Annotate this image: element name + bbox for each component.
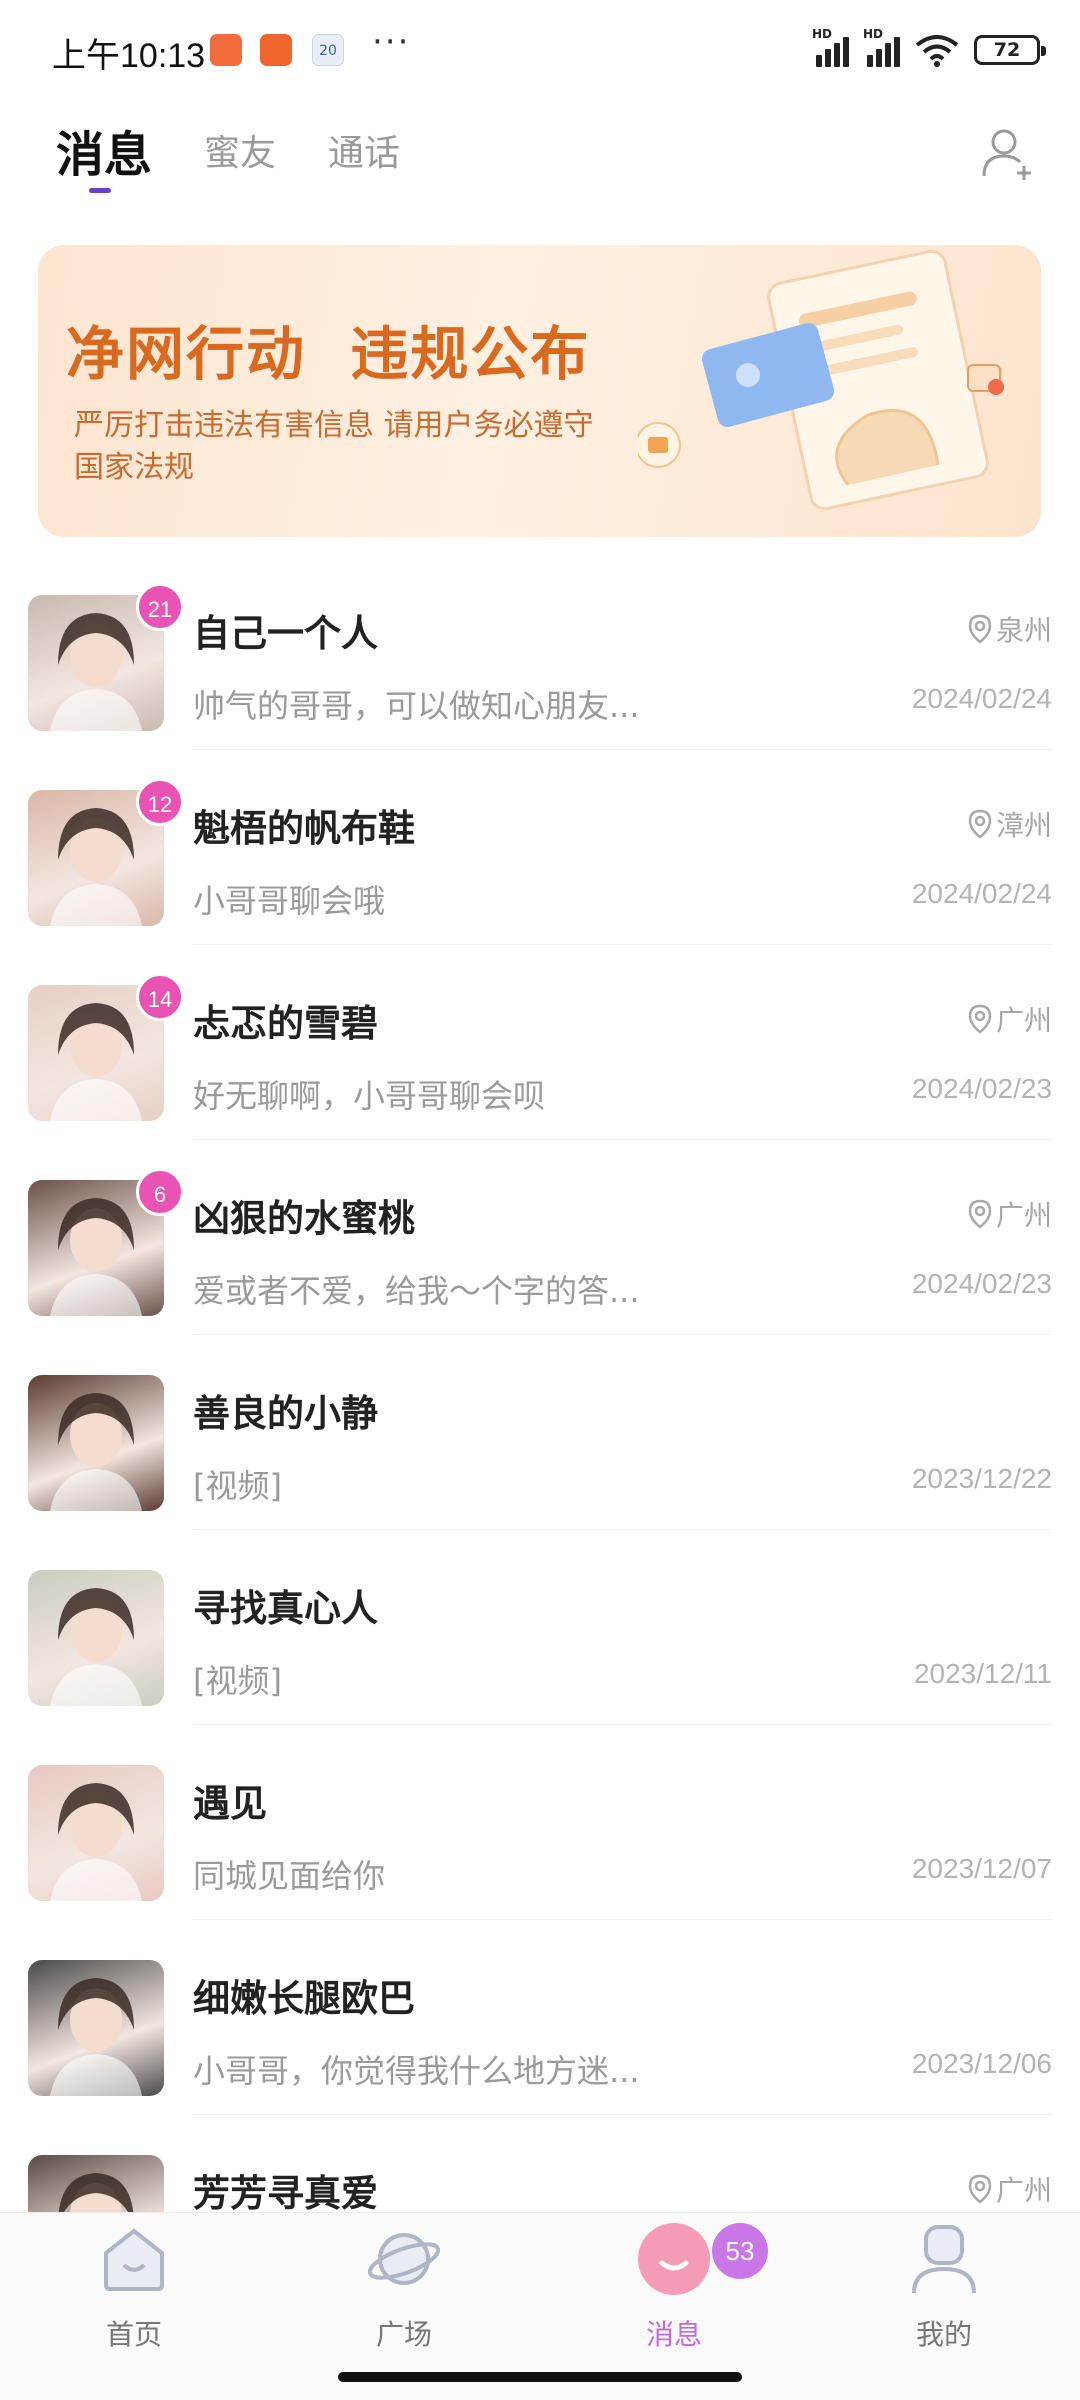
status-indicators: HD HD 72 <box>812 27 1046 70</box>
signal-icon-2: HD <box>863 27 900 67</box>
avatar[interactable] <box>28 1375 164 1511</box>
banner-title: 净网行动 违规公布 <box>66 320 591 388</box>
message-date: 2024/02/24 <box>911 878 1052 909</box>
notification-app-icon-2 <box>260 34 292 66</box>
last-message: 小哥哥聊会哦 <box>193 882 386 920</box>
profile-icon <box>912 2225 976 2294</box>
top-tabs: 消息 蜜友 通话 <box>0 110 1080 210</box>
location-pin-icon <box>968 1199 992 1229</box>
contact-name: 善良的小静 <box>193 1392 378 1435</box>
chat-row[interactable]: 14 忐忑的雪碧 广州好无聊啊，小哥哥聊会呗 2024/02/23 <box>0 945 1080 1140</box>
notification-app-icon <box>210 34 242 66</box>
avatar[interactable] <box>28 1765 164 1901</box>
more-notifications-icon: ··· <box>372 22 411 62</box>
chat-row[interactable]: 6 凶狠的水蜜桃 广州爱或者不爱，给我〜个字的答... 2024/02/23 <box>0 1140 1080 1335</box>
home-indicator[interactable] <box>338 2372 742 2382</box>
battery-icon: 72 <box>974 35 1046 65</box>
avatar[interactable] <box>28 1570 164 1706</box>
location: 广州 <box>968 1194 1052 1234</box>
nav-home-label: 首页 <box>105 2318 162 2351</box>
message-date: 2023/12/06 <box>911 2048 1052 2079</box>
message-date: 2024/02/24 <box>911 683 1052 714</box>
campaign-banner[interactable]: 净网行动 违规公布 严厉打击违法有害信息 请用户务必遵守国家法规 <box>38 245 1041 537</box>
nav-profile-label: 我的 <box>915 2318 972 2351</box>
contact-name: 遇见 <box>193 1782 267 1825</box>
last-message: 爱或者不爱，给我〜个字的答... <box>193 1272 640 1310</box>
nav-square[interactable]: 广场 <box>314 2213 494 2363</box>
chat-row[interactable]: 细嫩长腿欧巴小哥哥，你觉得我什么地方迷... 2023/12/06 <box>0 1920 1080 2115</box>
location: 广州 <box>968 2169 1052 2209</box>
last-message: 小哥哥，你觉得我什么地方迷... <box>193 2052 640 2090</box>
add-friend-icon[interactable] <box>980 126 1036 182</box>
unread-badge: 12 <box>136 778 184 826</box>
contact-name: 凶狠的水蜜桃 <box>193 1197 415 1240</box>
unread-badge: 21 <box>136 583 184 631</box>
location-text: 广州 <box>995 1199 1052 1232</box>
nav-square-label: 广场 <box>375 2318 432 2351</box>
planet-icon <box>367 2233 441 2285</box>
location-pin-icon <box>968 2174 992 2204</box>
location-text: 泉州 <box>995 614 1052 647</box>
avatar[interactable] <box>28 1960 164 2096</box>
contact-name: 忐忑的雪碧 <box>193 1002 378 1045</box>
contact-name: 自己一个人 <box>193 612 378 655</box>
chat-row[interactable]: 善良的小静 [视频] 2023/12/22 <box>0 1335 1080 1530</box>
nav-messages-label: 消息 <box>645 2318 702 2351</box>
calendar-icon: 20 <box>312 34 344 66</box>
location-pin-icon <box>968 1004 992 1034</box>
status-bar: 上午10:13 20 ··· HD HD 72 <box>0 0 1080 100</box>
chat-row[interactable]: 遇见同城见面给你 2023/12/07 <box>0 1725 1080 1920</box>
last-message: [视频] <box>193 1467 282 1505</box>
contact-name: 细嫩长腿欧巴 <box>193 1977 415 2020</box>
contact-name: 魁梧的帆布鞋 <box>193 807 415 850</box>
wifi-icon <box>915 35 959 67</box>
message-date: 2024/02/23 <box>911 1268 1052 1299</box>
message-icon <box>638 2223 710 2295</box>
tab-messages[interactable]: 消息 <box>56 115 152 185</box>
message-date: 2023/12/07 <box>911 1853 1052 1884</box>
contact-name: 寻找真心人 <box>193 1587 378 1630</box>
last-message: [视频] <box>193 1662 282 1700</box>
location-text: 广州 <box>995 2174 1052 2207</box>
message-date: 2023/12/22 <box>911 1463 1052 1494</box>
banner-subtitle: 严厉打击违法有害信息 请用户务必遵守国家法规 <box>74 408 594 485</box>
chat-row[interactable]: 寻找真心人 [视频] 2023/12/11 <box>0 1530 1080 1725</box>
chat-row[interactable]: 12 魁梧的帆布鞋 漳州小哥哥聊会哦 2024/02/24 <box>0 750 1080 945</box>
status-time: 上午10:13 <box>52 37 206 75</box>
last-message: 帅气的哥哥，可以做知心朋友... <box>193 687 640 725</box>
signal-icon: HD <box>812 27 849 67</box>
tab-friends[interactable]: 蜜友 <box>204 124 276 176</box>
document-illustration-icon <box>638 249 1004 511</box>
location-pin-icon <box>968 809 992 839</box>
location: 泉州 <box>968 609 1052 649</box>
unread-badge: 6 <box>136 1168 184 1216</box>
tab-calls[interactable]: 通话 <box>328 124 400 176</box>
last-message: 好无聊啊，小哥哥聊会呗 <box>193 1077 546 1115</box>
chat-row[interactable]: 21 自己一个人 泉州帅气的哥哥，可以做知心朋友... 2024/02/24 <box>0 555 1080 750</box>
contact-name: 芳芳寻真爱 <box>193 2172 378 2215</box>
location-text: 漳州 <box>995 809 1052 842</box>
location: 广州 <box>968 999 1052 1039</box>
message-date: 2024/02/23 <box>911 1073 1052 1104</box>
active-tab-indicator <box>89 188 111 193</box>
nav-unread-badge: 53 <box>712 2223 768 2279</box>
home-icon <box>104 2228 164 2291</box>
message-date: 2023/12/11 <box>913 1658 1052 1689</box>
location-text: 广州 <box>995 1004 1052 1037</box>
location: 漳州 <box>968 804 1052 844</box>
last-message: 同城见面给你 <box>193 1857 386 1895</box>
unread-badge: 14 <box>136 973 184 1021</box>
nav-home[interactable]: 首页 <box>44 2213 224 2363</box>
nav-profile[interactable]: 我的 <box>854 2213 1034 2363</box>
nav-messages[interactable]: 53 消息 <box>584 2213 768 2363</box>
location-pin-icon <box>968 614 992 644</box>
